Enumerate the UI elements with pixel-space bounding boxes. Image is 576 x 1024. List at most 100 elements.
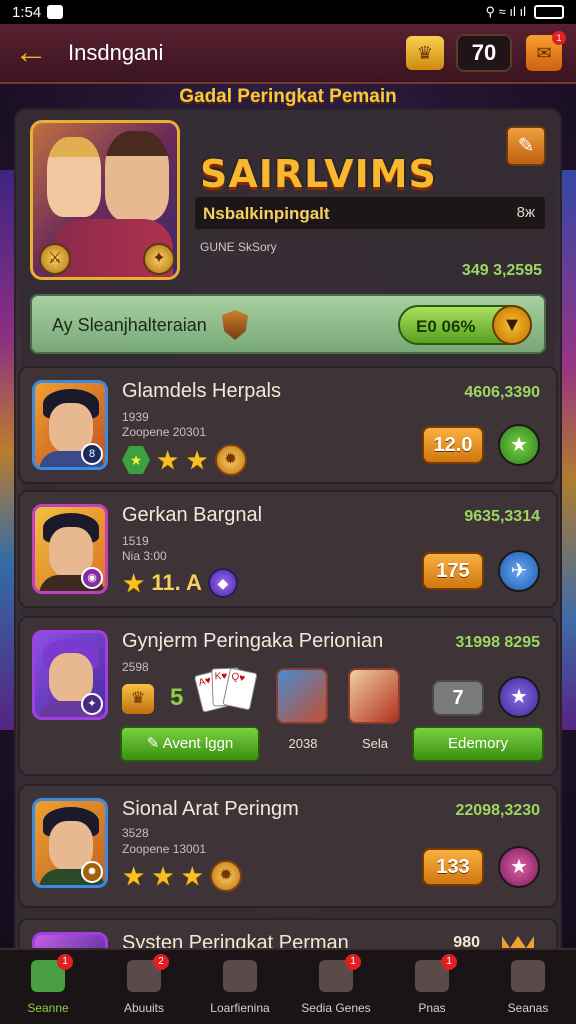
nav-badge: 1 bbox=[57, 954, 73, 970]
avatar-badge-icon: ✦ bbox=[81, 693, 103, 715]
player-name: Sional Arat Peringm bbox=[122, 798, 299, 820]
count-badge[interactable]: 12.0 bbox=[422, 426, 484, 464]
purple-star-button[interactable]: ★ bbox=[498, 676, 540, 718]
arrow-down-icon: ▼ bbox=[492, 305, 532, 345]
nav-shop[interactable]: 2 Abuuits bbox=[96, 950, 192, 1024]
list-item[interactable]: ✹ Sional Arat Peringm 3528 Zoopene 13001… bbox=[18, 784, 558, 908]
top-header: ← Insdngani ♛ 70 ✉ 1 bbox=[0, 24, 576, 84]
avatar-badge-icon: ✹ bbox=[81, 861, 103, 883]
player-stat: 2598 bbox=[122, 660, 149, 674]
back-arrow-icon[interactable]: ← bbox=[14, 35, 50, 71]
season-progress-button[interactable]: E0 06% ▼ bbox=[398, 305, 532, 345]
featured-subtitle-right: 8ж bbox=[516, 204, 535, 221]
notification-button[interactable]: ✉ 1 bbox=[526, 31, 566, 71]
player-stat: 3528 bbox=[122, 826, 149, 840]
nav-label: Seanne bbox=[27, 1001, 69, 1015]
pink-star-button[interactable]: ★ bbox=[498, 846, 540, 888]
player-detail: Zoopene 20301 bbox=[122, 425, 207, 439]
status-time: 1:54 bbox=[12, 3, 42, 21]
player-stat: 1939 bbox=[122, 410, 149, 424]
game-thumbnail[interactable] bbox=[276, 668, 328, 724]
featured-score: 349 3,2595 bbox=[461, 262, 542, 279]
shop-icon: 2 bbox=[127, 954, 169, 992]
memory-button[interactable]: Edemory bbox=[412, 726, 544, 762]
weapon-badge-icon: ✦ bbox=[143, 243, 175, 275]
sun-badge-icon: ✹ bbox=[209, 860, 242, 892]
avatar-badge-icon: ◉ bbox=[81, 567, 103, 589]
featured-subtitle: Nsbalkinpingalt bbox=[203, 204, 330, 223]
player-avatar: ✹ bbox=[32, 798, 108, 888]
count-badge[interactable]: 133 bbox=[422, 848, 484, 886]
nav-home[interactable]: 1 Seanne bbox=[0, 950, 96, 1024]
player-name: Gynjerm Peringaka Perionian bbox=[122, 630, 384, 652]
mail-icon bbox=[223, 960, 257, 992]
player-score: 22098,3230 bbox=[455, 802, 540, 819]
pencil-icon: ✎ bbox=[146, 735, 163, 752]
gamepad-icon: 1 bbox=[319, 954, 361, 992]
game-thumbnail[interactable] bbox=[348, 668, 400, 724]
crown-level-icon: ♛ bbox=[122, 684, 154, 714]
nav-label: Loarfienina bbox=[210, 1001, 270, 1015]
avatar-badge: 8 bbox=[81, 443, 103, 465]
blue-bird-button[interactable]: ✈ bbox=[498, 550, 540, 592]
rating-text: 11. A bbox=[151, 570, 202, 595]
star-icon: ★ bbox=[185, 445, 209, 475]
star-icon: ★ bbox=[151, 861, 175, 891]
green-rank-icon: ★ bbox=[122, 446, 150, 474]
player-avatar: 8 bbox=[32, 380, 108, 470]
camera-status-icon bbox=[47, 5, 64, 19]
battery-icon bbox=[534, 5, 564, 19]
nav-label: Seanas bbox=[507, 1001, 549, 1015]
featured-subtitle-box: Nsbalkinpingalt 8ж bbox=[194, 196, 546, 230]
green-star-button[interactable]: ★ bbox=[498, 424, 540, 466]
list-item[interactable]: 8 Glamdels Herpals 1939 Zoopene 20301 ★ … bbox=[18, 366, 558, 484]
bell-icon: ✉ bbox=[536, 43, 552, 63]
season-bar: Ay Sleanjhalteraian E0 06% ▼ bbox=[30, 294, 546, 354]
player-name: Gerkan Bargnal bbox=[122, 504, 263, 526]
nav-games[interactable]: 1 Sedia Genes bbox=[288, 950, 384, 1024]
profile-icon bbox=[511, 960, 545, 992]
nav-label: Abuuits bbox=[123, 1001, 165, 1015]
season-button-label: E0 06% bbox=[416, 317, 476, 336]
notification-badge: 1 bbox=[552, 31, 566, 45]
season-label: Ay Sleanjhalteraian bbox=[52, 315, 207, 335]
sword-badge-icon: ⚔ bbox=[39, 243, 71, 275]
playing-cards-icon: A♥ K♥ Q♥ bbox=[193, 666, 258, 714]
rating-row: ★ 11. A ◆ bbox=[122, 568, 238, 598]
nav-badge: 1 bbox=[441, 954, 457, 970]
featured-caption: GUNE SkSory bbox=[200, 240, 277, 254]
list-item[interactable]: ✦ Gynjerm Peringaka Perionian 2598 31998… bbox=[18, 616, 558, 776]
star-icon: ★ bbox=[122, 568, 146, 598]
nav-badge: 1 bbox=[345, 954, 361, 970]
player-score: 31998 8295 bbox=[455, 634, 540, 651]
signal-icons: ⚲ ≈ ıl ıl bbox=[485, 4, 527, 19]
purple-gem-icon: ◆ bbox=[207, 568, 238, 598]
camera-icon: 1 bbox=[415, 954, 457, 992]
level-value: 5 bbox=[170, 684, 184, 711]
player-detail: Zoopene 13001 bbox=[122, 842, 207, 856]
featured-player-card[interactable]: ⚔ ✦ SAIRLVIMS ✎ Nsbalkinpingalt 8ж GUNE … bbox=[18, 112, 558, 364]
count-badge[interactable]: 175 bbox=[422, 552, 484, 590]
rating-row: ★ ★ ★ ✹ bbox=[122, 444, 247, 476]
header-title: Insdngani bbox=[68, 40, 164, 65]
list-item[interactable]: ◉ Gerkan Bargnal 1519 Nia 3:00 ★ 11. A ◆… bbox=[18, 490, 558, 608]
rating-row: ★ ★ ★ ✹ bbox=[122, 860, 242, 892]
crown-icon[interactable]: ♛ bbox=[406, 36, 444, 70]
nav-profile[interactable]: Seanas bbox=[480, 950, 576, 1024]
nav-label: Pnas bbox=[418, 1001, 446, 1015]
nav-camera[interactable]: 1 Pnas bbox=[384, 950, 480, 1024]
featured-avatar: ⚔ ✦ bbox=[30, 120, 180, 280]
nav-mail[interactable]: Loarfienina bbox=[192, 950, 288, 1024]
sun-badge-icon: ✹ bbox=[214, 444, 247, 476]
edit-icon[interactable]: ✎ bbox=[506, 126, 546, 166]
thumbnail-label: 2038 bbox=[288, 736, 318, 751]
player-score: 4606,3390 bbox=[464, 384, 540, 401]
event-login-label: Avent lggn bbox=[162, 735, 234, 752]
coin-counter[interactable]: 70 bbox=[456, 34, 512, 72]
player-detail: Nia 3:00 bbox=[122, 549, 167, 563]
gray-count-badge[interactable]: 7 bbox=[432, 680, 484, 716]
status-bar: 1:54 ⚲ ≈ ıl ıl bbox=[0, 0, 576, 24]
home-icon: 1 bbox=[31, 954, 73, 992]
player-stat: 1519 bbox=[122, 534, 149, 548]
event-login-button[interactable]: ✎ Avent lggn bbox=[120, 726, 260, 762]
